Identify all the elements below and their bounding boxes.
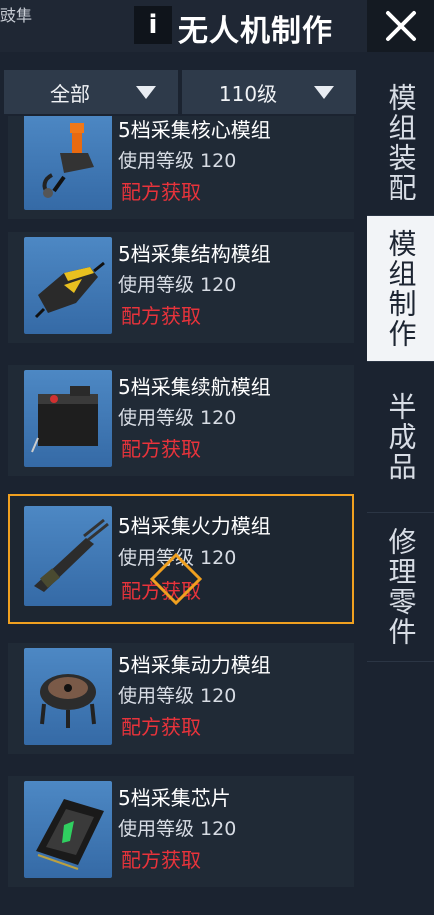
item-name: 5档采集续航模组 [118,375,271,399]
page-title: 无人机制作 [178,14,333,49]
gun-module-icon [24,506,112,606]
rotor-module-icon [24,648,112,745]
item-level: 使用等级 120 [118,407,237,429]
tab-label: 半成品 [384,392,418,482]
recipe-link[interactable]: 配方获取 [121,844,201,873]
battery-module-icon [24,370,112,467]
list-item[interactable]: 5档采集芯片 使用等级 120 配方获取 [8,776,354,887]
level-dropdown-label: 110级 [218,81,278,106]
item-name: 5档采集动力模组 [118,653,271,677]
filter-bar: 全部 110级 [4,70,356,114]
category-sidebar: 模组装配 模组制作 半成品 修理零件 [367,70,434,915]
item-name: 5档采集火力模组 [118,514,271,538]
list-item[interactable]: 5档采集动力模组 使用等级 120 配方获取 [8,643,354,754]
dropdown-arrow-icon [314,85,334,99]
chip-icon [24,781,112,878]
info-button[interactable]: i [134,6,172,44]
item-level: 使用等级 120 [118,818,237,840]
recipe-link[interactable]: 配方获取 [121,433,201,462]
tab-semi-finished[interactable]: 半成品 [367,362,434,513]
list-item[interactable]: 5档采集结构模组 使用等级 120 配方获取 [8,232,354,343]
category-dropdown[interactable]: 全部 [4,70,178,114]
tab-module-assembly[interactable]: 模组装配 [367,70,434,216]
item-name: 5档采集核心模组 [118,118,271,142]
tab-label: 模组制作 [384,228,418,349]
recipe-link[interactable]: 配方获取 [121,711,201,740]
list-item[interactable]: 5档采集核心模组 使用等级 120 配方获取 [8,116,354,219]
corner-label: 豉隼 [0,6,33,25]
tab-repair-parts[interactable]: 修理零件 [367,513,434,662]
item-level: 使用等级 120 [118,685,237,707]
top-bar: 豉隼 i 无人机制作 [0,0,434,52]
item-list[interactable]: 5档采集核心模组 使用等级 120 配方获取 5档采集结构模组 使用等级 120… [0,116,360,900]
tab-label: 修理零件 [384,527,418,647]
item-name: 5档采集结构模组 [118,242,271,266]
recipe-link[interactable]: 配方获取 [121,300,201,329]
dropdown-arrow-icon [136,85,156,99]
recipe-link[interactable]: 配方获取 [121,176,201,205]
level-dropdown[interactable]: 110级 [182,70,356,114]
item-name: 5档采集芯片 [118,786,231,810]
category-dropdown-label: 全部 [50,81,90,106]
close-icon [385,11,416,41]
touch-cursor-icon [150,553,202,605]
tab-module-crafting[interactable]: 模组制作 [367,216,434,362]
list-item[interactable]: 5档采集续航模组 使用等级 120 配方获取 [8,365,354,476]
drone-structure-module-icon [24,237,112,334]
tab-label: 模组装配 [384,82,418,203]
item-level: 使用等级 120 [118,274,237,296]
drone-core-module-icon [24,116,112,210]
item-level: 使用等级 120 [118,150,237,172]
close-button[interactable] [367,0,434,52]
